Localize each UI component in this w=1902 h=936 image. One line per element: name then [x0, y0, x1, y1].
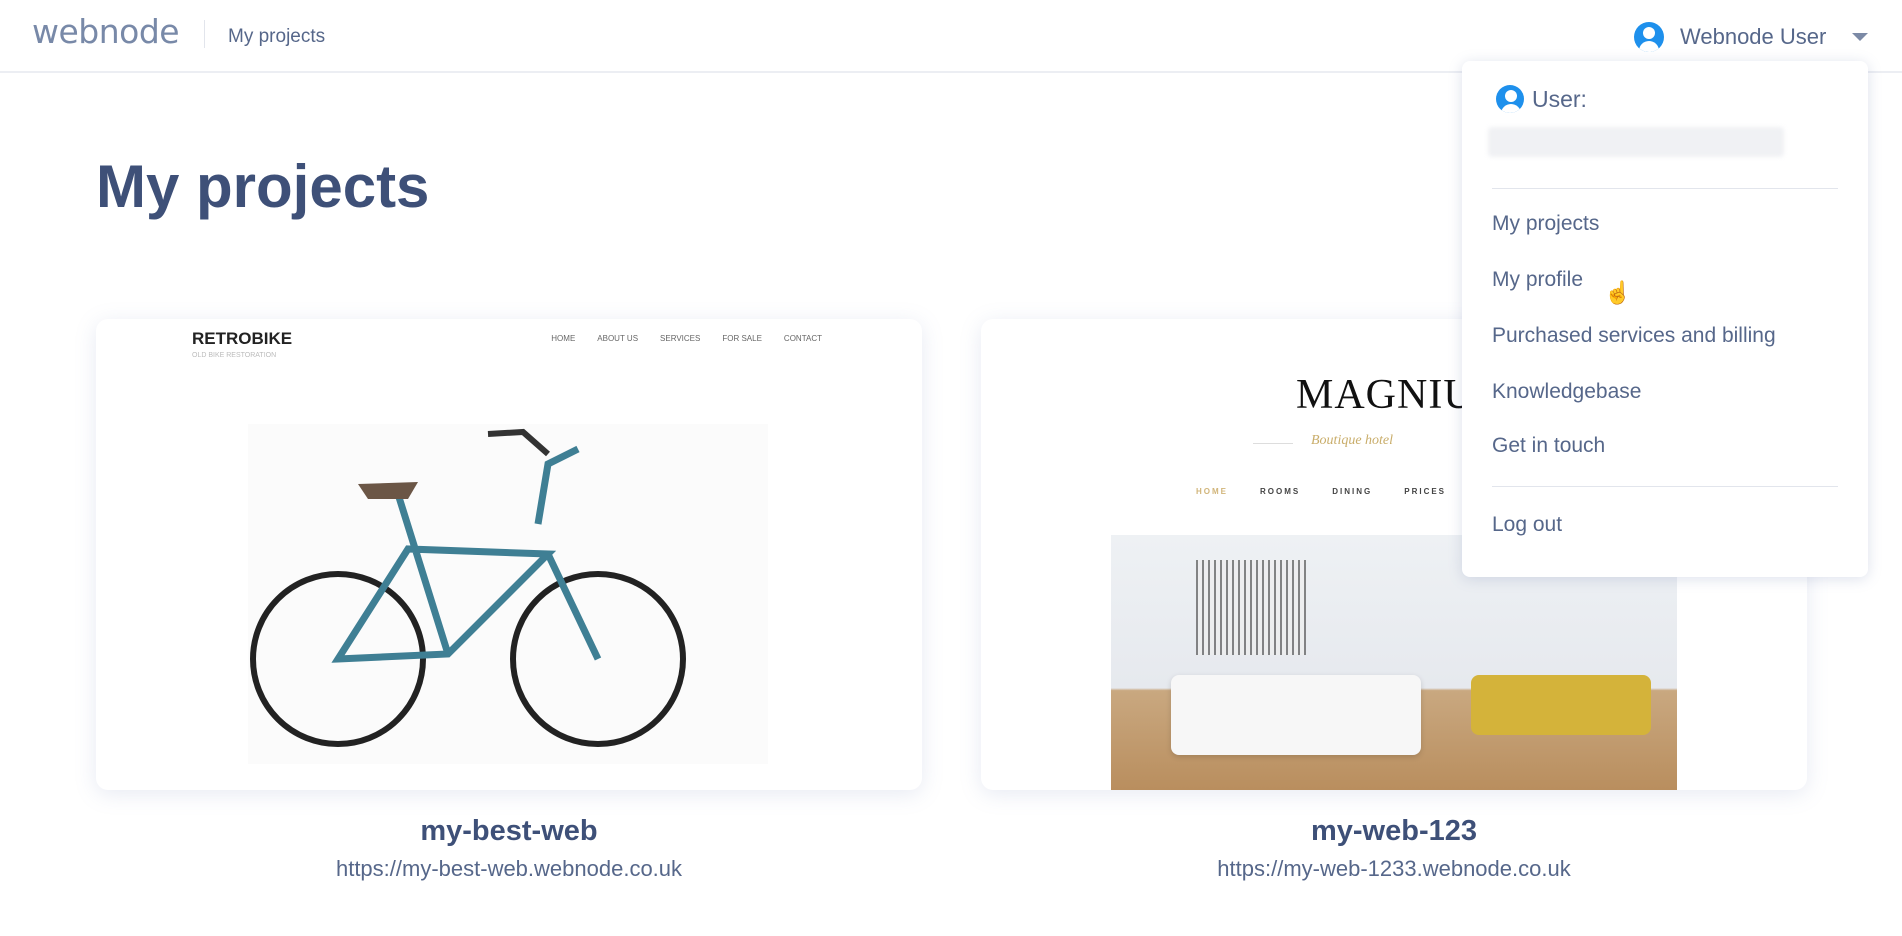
page-title: My projects — [96, 153, 430, 220]
menu-divider — [1492, 486, 1838, 487]
user-avatar-icon — [1634, 22, 1664, 52]
preview-logo: RETROBIKE — [192, 329, 293, 348]
preview-nav-item: ABOUT US — [597, 334, 639, 343]
hand-cursor-icon: ☝ — [1604, 280, 1632, 305]
menu-item-get-in-touch[interactable]: Get in touch — [1492, 434, 1605, 458]
preview-nav-item: SERVICES — [660, 334, 701, 343]
preview-nav-item: ROOMS — [1260, 487, 1301, 496]
user-menu-button[interactable]: Webnode User — [1634, 20, 1869, 54]
preview-nav-item: HOME — [551, 334, 576, 343]
webnode-logo[interactable]: webnode — [32, 12, 180, 51]
preview-logo: MAGNIU — [1296, 372, 1475, 418]
preview-tagline: Boutique hotel — [1311, 433, 1394, 448]
user-label: User: — [1532, 85, 1587, 112]
header-separator — [204, 20, 205, 48]
preview-nav-item: HOME — [1196, 487, 1228, 496]
menu-item-knowledgebase[interactable]: Knowledgebase — [1492, 380, 1641, 404]
preview-divider — [1253, 443, 1293, 444]
breadcrumb[interactable]: My projects — [228, 26, 325, 48]
preview-nav-item: CONTACT — [783, 334, 822, 343]
user-avatar-icon — [1496, 85, 1524, 113]
menu-item-my-projects[interactable]: My projects — [1492, 212, 1599, 236]
project-url[interactable]: https://my-best-web.webnode.co.uk — [96, 856, 922, 882]
user-info: User: — [1496, 85, 1587, 113]
preview-nav-item: DINING — [1332, 487, 1373, 496]
preview-nav: HOME ABOUT US SERVICES FOR SALE CONTACT — [551, 334, 822, 343]
project-name[interactable]: my-best-web — [96, 815, 922, 848]
preview-nav: HOME ROOMS DINING PRICES — [1196, 487, 1446, 496]
project-name[interactable]: my-web-123 — [981, 815, 1807, 848]
bicycle-image — [248, 424, 768, 764]
menu-item-billing[interactable]: Purchased services and billing — [1492, 324, 1776, 348]
menu-divider — [1492, 188, 1838, 189]
menu-item-my-profile[interactable]: My profile — [1492, 268, 1583, 292]
user-dropdown-menu: User: My projects My profile Purchased s… — [1462, 61, 1868, 577]
user-name: Webnode User — [1680, 24, 1827, 49]
project-card-thumbnail[interactable]: RETROBIKE OLD BIKE RESTORATION HOME ABOU… — [96, 319, 922, 790]
project-url[interactable]: https://my-web-1233.webnode.co.uk — [981, 856, 1807, 882]
menu-item-log-out[interactable]: Log out — [1492, 513, 1562, 537]
preview-tagline: OLD BIKE RESTORATION — [192, 352, 277, 359]
preview-nav-item: FOR SALE — [722, 334, 762, 343]
caret-down-icon — [1852, 33, 1869, 41]
preview-nav-item: PRICES — [1404, 487, 1447, 496]
blurred-email — [1488, 127, 1784, 157]
